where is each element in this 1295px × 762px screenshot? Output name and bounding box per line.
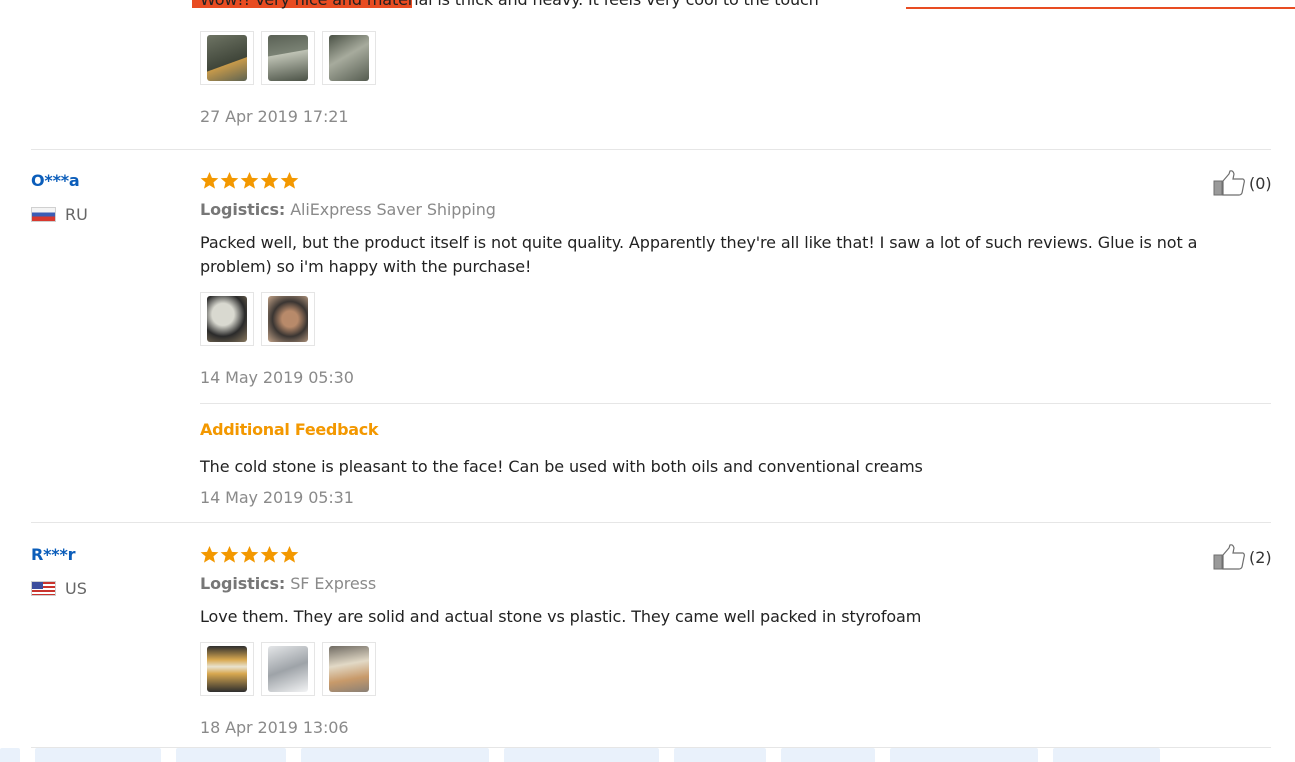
logistics-label: Logistics: — [200, 574, 286, 593]
reviewer-name: O***a — [31, 171, 80, 190]
tag-chip[interactable] — [504, 748, 659, 762]
review-divider — [31, 149, 1271, 150]
star-rating — [200, 171, 299, 190]
review-photo-thumb[interactable] — [261, 292, 315, 346]
country-code: RU — [65, 205, 88, 224]
review-photos — [200, 292, 315, 346]
review-photos — [200, 31, 376, 85]
flag-ru-icon — [31, 207, 56, 222]
star-rating — [200, 545, 299, 564]
helpful-button[interactable]: (2) — [1213, 544, 1272, 570]
tag-chip[interactable] — [781, 748, 875, 762]
helpful-count: (0) — [1249, 173, 1272, 193]
star-icon — [260, 171, 279, 189]
review-photo-thumb[interactable] — [200, 642, 254, 696]
logistics-info: Logistics: SF Express — [200, 574, 376, 593]
review-photos — [200, 642, 376, 696]
tag-chip[interactable] — [0, 748, 20, 762]
logistics-info: Logistics: AliExpress Saver Shipping — [200, 200, 496, 219]
review-photo-thumb[interactable] — [322, 31, 376, 85]
star-icon — [220, 171, 239, 189]
additional-feedback-date: 14 May 2019 05:31 — [200, 488, 354, 507]
review-date: 27 Apr 2019 17:21 — [200, 107, 349, 126]
review-divider — [31, 522, 1271, 523]
tag-chip[interactable] — [176, 748, 286, 762]
review-photo-thumb[interactable] — [261, 31, 315, 85]
star-icon — [260, 545, 279, 563]
helpful-button[interactable]: (0) — [1213, 170, 1272, 196]
review-text: Love them. They are solid and actual sto… — [200, 607, 922, 626]
reviewer-country: RU — [31, 205, 88, 224]
additional-divider — [200, 403, 1271, 404]
flag-us-icon — [31, 581, 56, 596]
additional-feedback-text: The cold stone is pleasant to the face! … — [200, 457, 923, 476]
review-photo-thumb[interactable] — [261, 642, 315, 696]
tag-chip[interactable] — [1053, 748, 1160, 762]
star-icon — [240, 171, 259, 189]
star-icon — [240, 545, 259, 563]
review-photo-thumb[interactable] — [200, 292, 254, 346]
review-text-partial: Wow!! Very nice and material is thick an… — [200, 0, 819, 9]
thumbs-up-icon — [1213, 544, 1245, 570]
country-code: US — [65, 579, 87, 598]
star-icon — [280, 545, 299, 563]
tag-chip[interactable] — [674, 748, 766, 762]
star-icon — [280, 171, 299, 189]
review-photo-thumb[interactable] — [200, 31, 254, 85]
review-text: Packed well, but the product itself is n… — [200, 233, 1198, 276]
helpful-count: (2) — [1249, 547, 1272, 567]
logistics-value: SF Express — [290, 574, 377, 593]
reviewer-country: US — [31, 579, 87, 598]
logistics-value: AliExpress Saver Shipping — [290, 200, 496, 219]
tag-chip[interactable] — [890, 748, 1038, 762]
top-accent-line — [906, 7, 1295, 9]
tag-chip[interactable] — [35, 748, 161, 762]
tag-chip[interactable] — [301, 748, 489, 762]
logistics-label: Logistics: — [200, 200, 286, 219]
thumbs-up-icon — [1213, 170, 1245, 196]
star-icon — [200, 545, 219, 563]
review-date: 18 Apr 2019 13:06 — [200, 718, 349, 737]
star-icon — [200, 171, 219, 189]
tag-row-partial — [0, 748, 1295, 762]
review-photo-thumb[interactable] — [322, 642, 376, 696]
review-date: 14 May 2019 05:30 — [200, 368, 354, 387]
star-icon — [220, 545, 239, 563]
reviewer-name: R***r — [31, 545, 76, 564]
additional-feedback-title: Additional Feedback — [200, 420, 379, 439]
